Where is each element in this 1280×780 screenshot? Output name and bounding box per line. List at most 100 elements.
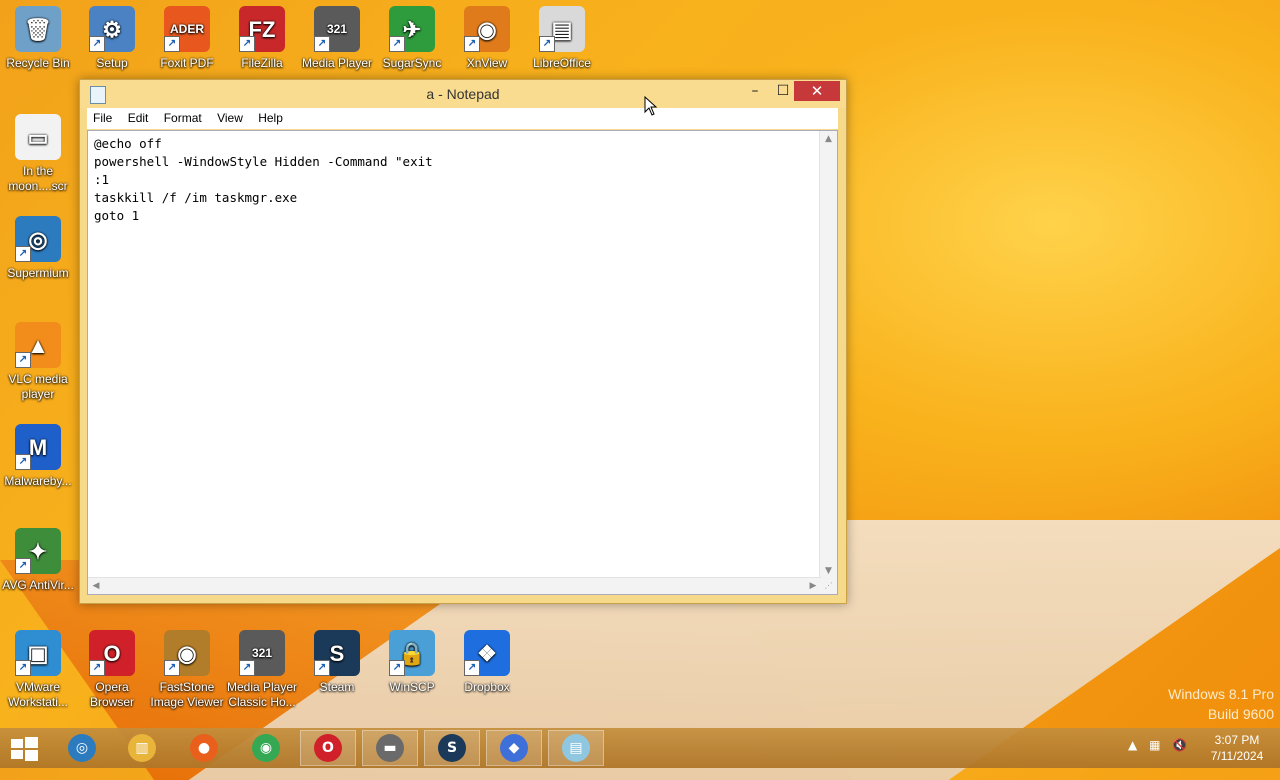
desktop-icon-label: Setup: [96, 56, 128, 70]
desktop-icon-label: Opera Browser: [89, 680, 134, 709]
title-bar[interactable]: a - Notepad – ☐ ✕: [80, 80, 846, 108]
desktop-icon-label: Dropbox: [464, 680, 510, 694]
windows-watermark: Windows 8.1 Pro Build 9600: [1168, 684, 1274, 724]
desktop-icon[interactable]: ▣ ↗ VMware Workstati...: [0, 630, 76, 710]
shortcut-arrow-icon: ↗: [314, 660, 330, 676]
opera-icon: O: [314, 734, 342, 762]
desktop-icon[interactable]: ADER ↗ Foxit PDF: [149, 6, 225, 71]
app-icon: ADER ↗: [164, 6, 210, 52]
app-icon: ✦ ↗: [15, 528, 61, 574]
app-icon: ▣ ↗: [15, 630, 61, 676]
taskbar-file-explorer[interactable]: ▥: [114, 730, 170, 766]
usb-tool-icon: ▬: [376, 734, 404, 762]
desktop-icon[interactable]: 🗑 Recycle Bin: [0, 6, 76, 71]
desktop-icon-label: AVG AntiVir...: [2, 578, 74, 592]
desktop-icon-label: XnView: [466, 56, 508, 70]
desktop-icon[interactable]: ◉ ↗ FastStone Image Viewer: [149, 630, 225, 710]
shortcut-arrow-icon: ↗: [15, 558, 31, 574]
desktop-icon[interactable]: 321 ↗ Media Player: [299, 6, 375, 71]
menu-file[interactable]: File: [87, 108, 118, 125]
desktop-icon[interactable]: ❖ ↗ Dropbox: [449, 630, 525, 695]
horizontal-scrollbar[interactable]: ◀ ▶: [88, 577, 821, 594]
desktop-icon-label: VLC media player: [8, 372, 68, 401]
scroll-left-icon[interactable]: ◀: [88, 578, 104, 594]
desktop-icon[interactable]: ▤ ↗ LibreOffice: [524, 6, 600, 71]
menu-bar: File Edit Format View Help: [87, 108, 838, 129]
desktop-icon[interactable]: FZ ↗ FileZilla: [224, 6, 300, 71]
desktop-icon[interactable]: ▲ ↗ VLC media player: [0, 322, 76, 402]
text-content[interactable]: @echo off powershell -WindowStyle Hidden…: [94, 135, 814, 565]
clock[interactable]: 3:07 PM 7/11/2024: [1200, 732, 1274, 764]
shortcut-arrow-icon: ↗: [164, 660, 180, 676]
taskbar-chrome[interactable]: ◉: [238, 730, 294, 766]
vertical-scrollbar[interactable]: ▲ ▼: [819, 131, 837, 579]
notepad-window[interactable]: a - Notepad – ☐ ✕ File Edit Format View …: [79, 79, 847, 604]
desktop-icon-label: Malwareby...: [4, 474, 72, 488]
app-icon: ▤ ↗: [539, 6, 585, 52]
desktop-icon-label: FastStone Image Viewer: [150, 680, 224, 709]
menu-view[interactable]: View: [211, 108, 249, 125]
taskbar-usb-tool[interactable]: ▬: [362, 730, 418, 766]
scroll-down-icon[interactable]: ▼: [820, 563, 837, 579]
app-shell-icon: ◆: [500, 734, 528, 762]
shortcut-arrow-icon: ↗: [15, 660, 31, 676]
system-tray: ▲ ▦ 🔇: [1128, 738, 1195, 758]
app-icon: 321 ↗: [239, 630, 285, 676]
desktop-icon[interactable]: 321 ↗ Media Player Classic Ho...: [224, 630, 300, 710]
menu-edit[interactable]: Edit: [122, 108, 155, 125]
app-icon: M ↗: [15, 424, 61, 470]
menu-help[interactable]: Help: [252, 108, 289, 125]
desktop-icon[interactable]: ◎ ↗ Supermium: [0, 216, 76, 281]
taskbar-supermium[interactable]: ◎: [54, 730, 110, 766]
shortcut-arrow-icon: ↗: [464, 660, 480, 676]
window-title: a - Notepad: [426, 86, 500, 102]
menu-format[interactable]: Format: [158, 108, 208, 125]
app-icon: ◎ ↗: [15, 216, 61, 262]
desktop-icon-label: Media Player: [301, 56, 373, 70]
desktop-icon[interactable]: ✦ ↗ AVG AntiVir...: [0, 528, 76, 593]
chrome-icon: ◉: [252, 734, 280, 762]
app-icon: ◉ ↗: [164, 630, 210, 676]
desktop-icon[interactable]: 🔒 ↗ WinSCP: [374, 630, 450, 695]
desktop-icon-label: Foxit PDF: [160, 56, 214, 70]
desktop-icon-label: Steam: [319, 680, 355, 694]
app-icon: ◉ ↗: [464, 6, 510, 52]
notepad-icon: ▤: [562, 734, 590, 762]
scroll-up-icon[interactable]: ▲: [820, 131, 837, 147]
app-icon: ▲ ↗: [15, 322, 61, 368]
shortcut-arrow-icon: ↗: [15, 454, 31, 470]
shortcut-arrow-icon: ↗: [239, 660, 255, 676]
taskbar: ◎ ▥ ● ◉ O ▬ S ◆ ▤ ▲ ▦ 🔇 3:07 PM 7/11/2024: [0, 728, 1280, 768]
shortcut-arrow-icon: ↗: [539, 36, 555, 52]
firefox-icon: ●: [190, 734, 218, 762]
taskbar-steam[interactable]: S: [424, 730, 480, 766]
app-icon: FZ ↗: [239, 6, 285, 52]
desktop-icon[interactable]: ✈ ↗ SugarSync: [374, 6, 450, 71]
shortcut-arrow-icon: ↗: [15, 352, 31, 368]
desktop-icon[interactable]: S ↗ Steam: [299, 630, 375, 695]
desktop-icon-label: Supermium: [7, 266, 69, 280]
close-button[interactable]: ✕: [794, 81, 840, 101]
desktop-icon[interactable]: ▭ In the moon....scr: [0, 114, 76, 194]
network-icon[interactable]: ▦: [1149, 738, 1160, 752]
resize-grip-icon[interactable]: ⋰: [820, 578, 837, 594]
shortcut-arrow-icon: ↗: [164, 36, 180, 52]
desktop-icon[interactable]: ⚙ ↗ Setup: [74, 6, 150, 71]
taskbar-opera[interactable]: O: [300, 730, 356, 766]
start-button[interactable]: [8, 734, 40, 762]
taskbar-firefox[interactable]: ●: [176, 730, 232, 766]
desktop-icon[interactable]: M ↗ Malwareby...: [0, 424, 76, 489]
watermark-edition: Windows 8.1 Pro: [1168, 686, 1274, 702]
desktop-icon[interactable]: ◉ ↗ XnView: [449, 6, 525, 71]
tray-chevron-up-icon[interactable]: ▲: [1128, 738, 1137, 752]
shortcut-arrow-icon: ↗: [89, 36, 105, 52]
taskbar-app-shell[interactable]: ◆: [486, 730, 542, 766]
taskbar-notepad[interactable]: ▤: [548, 730, 604, 766]
volume-muted-icon[interactable]: 🔇: [1172, 738, 1187, 752]
shortcut-arrow-icon: ↗: [15, 246, 31, 262]
scroll-right-icon[interactable]: ▶: [805, 578, 821, 594]
minimize-button[interactable]: –: [740, 81, 770, 101]
desktop-icon[interactable]: O ↗ Opera Browser: [74, 630, 150, 710]
shortcut-arrow-icon: ↗: [464, 36, 480, 52]
editor[interactable]: @echo off powershell -WindowStyle Hidden…: [87, 130, 838, 595]
